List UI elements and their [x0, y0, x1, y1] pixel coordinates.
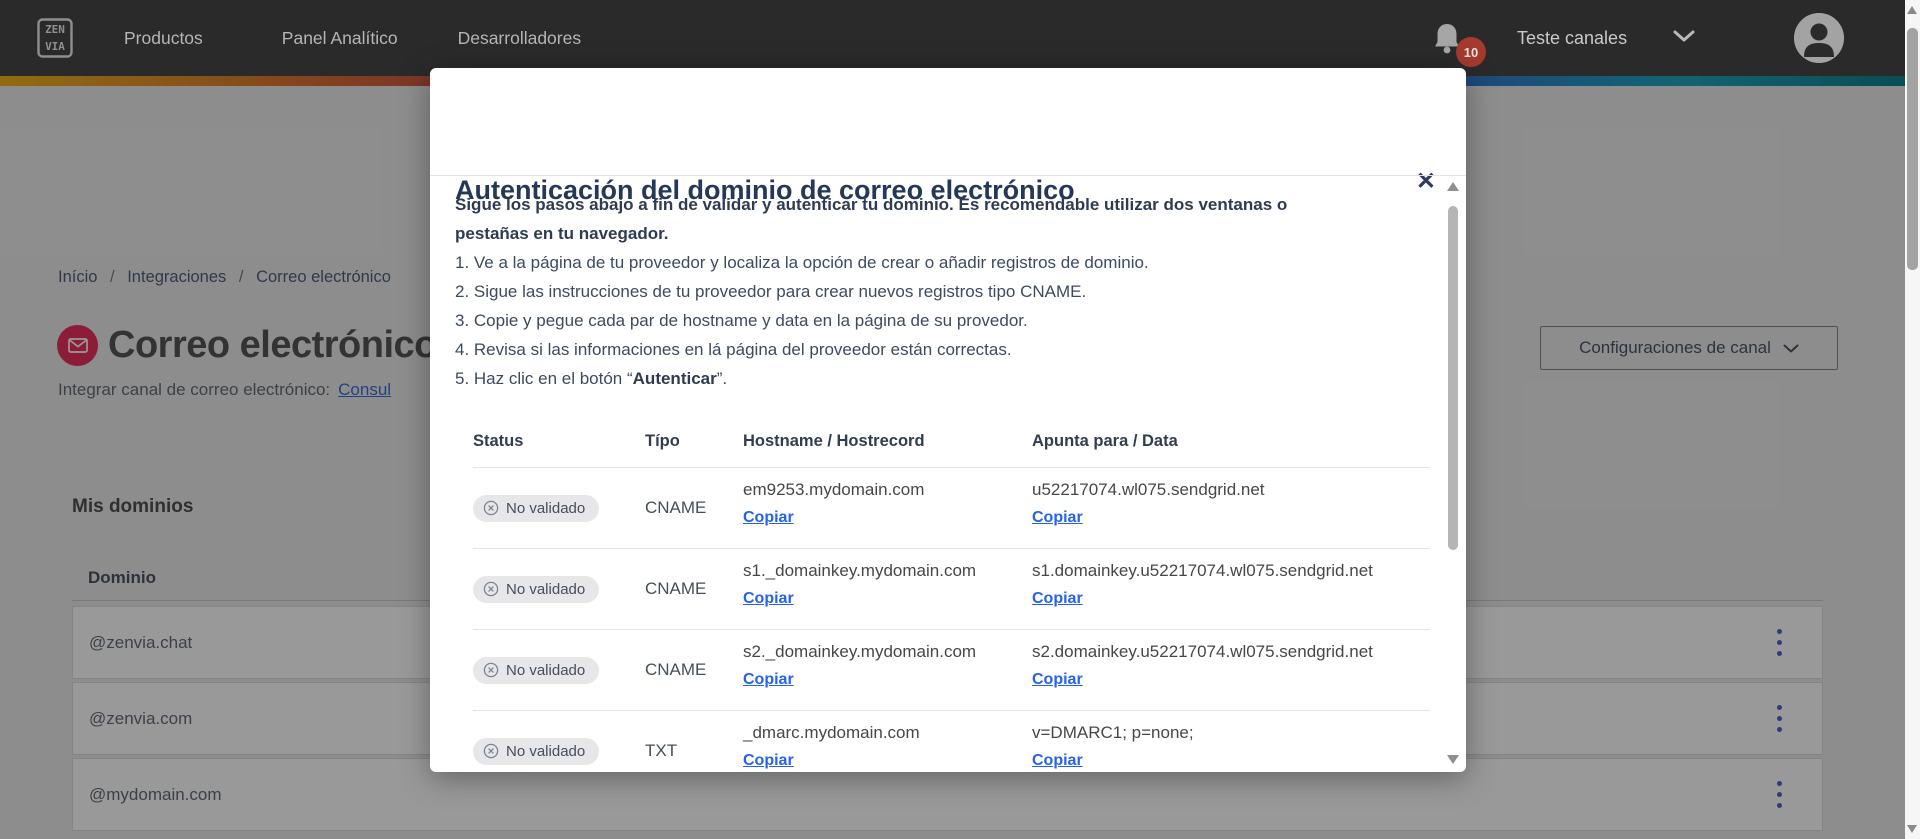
scroll-down-arrow-icon[interactable]	[1907, 825, 1917, 833]
copy-hostname-link[interactable]: Copiar	[743, 509, 794, 527]
zenvia-logo-icon[interactable]: ZEN VIA	[37, 18, 73, 63]
col-hostname: Hostname / Hostrecord	[743, 432, 925, 450]
notification-count-badge: 10	[1456, 37, 1486, 67]
status-badge: No validado	[473, 656, 600, 684]
modal-intro-text: Sigue los pasos abajo a fin de validar y…	[455, 195, 1288, 243]
status-badge: No validado	[473, 494, 600, 522]
account-menu[interactable]: Teste canales	[1517, 0, 1695, 76]
domain-authentication-modal: Autenticación del dominio de correo elec…	[430, 68, 1466, 772]
dns-records-table: Status Típo Hostname / Hostrecord Apunta…	[473, 424, 1430, 772]
data-value: s1.domainkey.u52217074.wl075.sendgrid.ne…	[1032, 561, 1373, 580]
data-value: v=DMARC1; p=none;	[1032, 723, 1194, 742]
status-badge: No validado	[473, 737, 600, 765]
dns-row: No validado CNAME s2._domainkey.mydomain…	[473, 629, 1430, 710]
data-value: u52217074.wl075.sendgrid.net	[1032, 480, 1265, 499]
scroll-down-arrow-icon[interactable]	[1447, 755, 1459, 764]
record-type: CNAME	[645, 498, 707, 517]
dns-row: No validado TXT _dmarc.mydomain.com Copi…	[473, 710, 1430, 772]
notifications-button[interactable]: 10	[1432, 22, 1492, 68]
record-type: CNAME	[645, 660, 707, 679]
circle-x-icon	[483, 500, 499, 516]
nav-item-panel-analitico[interactable]: Panel Analítico	[282, 28, 398, 49]
circle-x-icon	[483, 662, 499, 678]
circle-x-icon	[483, 581, 499, 597]
nav-item-desarrolladores[interactable]: Desarrolladores	[458, 28, 582, 49]
page-scrollbar[interactable]	[1905, 0, 1920, 839]
copy-data-link[interactable]: Copiar	[1032, 590, 1083, 608]
scrollbar-thumb[interactable]	[1448, 206, 1458, 550]
hostname-value: _dmarc.mydomain.com	[743, 723, 920, 742]
nav-item-productos[interactable]: Productos	[124, 28, 203, 49]
step-2: 2. Sigue las instrucciones de tu proveed…	[455, 282, 1087, 301]
hostname-value: s2._domainkey.mydomain.com	[743, 642, 977, 661]
nav-links: Productos Panel Analítico Desarrolladore…	[124, 0, 581, 76]
copy-data-link[interactable]: Copiar	[1032, 752, 1083, 770]
modal-body: Sigue los pasos abajo a fin de validar y…	[455, 190, 1430, 393]
step-3: 3. Copie y pegue cada par de hostname y …	[455, 311, 1028, 330]
svg-text:ZEN: ZEN	[45, 23, 65, 36]
copy-hostname-link[interactable]: Copiar	[743, 671, 794, 689]
step-5: 5. Haz clic en el botón “Autenticar”.	[455, 369, 728, 388]
top-navbar: ZEN VIA Productos Panel Analítico Desarr…	[0, 0, 1920, 76]
hostname-value: s1._domainkey.mydomain.com	[743, 561, 977, 580]
svg-text:VIA: VIA	[45, 40, 65, 53]
step-4: 4. Revisa si las informaciones en lá pág…	[455, 340, 1012, 359]
dns-row: No validado CNAME em9253.mydomain.com Co…	[473, 467, 1430, 548]
copy-hostname-link[interactable]: Copiar	[743, 752, 794, 770]
dns-row: No validado CNAME s1._domainkey.mydomain…	[473, 548, 1430, 629]
account-menu-label: Teste canales	[1517, 27, 1628, 48]
screen: ZEN VIA Productos Panel Analítico Desarr…	[0, 0, 1920, 839]
record-type: CNAME	[645, 579, 707, 598]
copy-data-link[interactable]: Copiar	[1032, 671, 1083, 689]
record-type: TXT	[645, 741, 678, 760]
hostname-value: em9253.mydomain.com	[743, 480, 925, 499]
data-value: s2.domainkey.u52217074.wl075.sendgrid.ne…	[1032, 642, 1373, 661]
col-status: Status	[473, 432, 524, 450]
circle-x-icon	[483, 743, 499, 759]
dns-table-header: Status Típo Hostname / Hostrecord Apunta…	[473, 424, 1430, 467]
col-data: Apunta para / Data	[1032, 432, 1178, 450]
modal-scrollbar[interactable]	[1446, 180, 1460, 766]
col-type: Típo	[645, 432, 680, 450]
user-avatar[interactable]	[1794, 13, 1844, 63]
scroll-up-arrow-icon[interactable]	[1447, 182, 1459, 191]
modal-divider	[430, 175, 1466, 176]
copy-data-link[interactable]: Copiar	[1032, 509, 1083, 527]
scrollbar-thumb[interactable]	[1907, 28, 1918, 270]
status-badge: No validado	[473, 575, 600, 603]
copy-hostname-link[interactable]: Copiar	[743, 590, 794, 608]
scroll-up-arrow-icon[interactable]	[1907, 6, 1917, 14]
chevron-down-icon	[1673, 29, 1695, 47]
step-1: 1. Ve a la página de tu proveedor y loca…	[455, 253, 1149, 272]
modal-steps: 1. Ve a la página de tu proveedor y loca…	[455, 248, 1430, 393]
